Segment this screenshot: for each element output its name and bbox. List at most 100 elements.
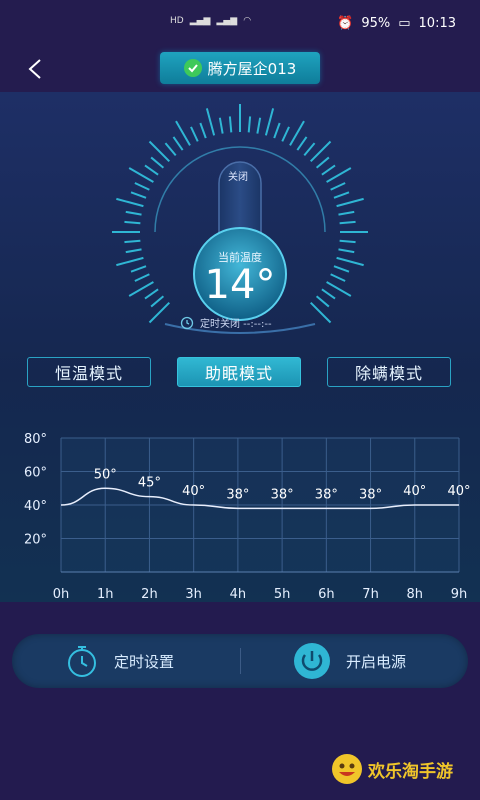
dial-tick: [130, 265, 147, 273]
dial-tick: [124, 239, 141, 244]
chart-y-tick-label: 60°: [24, 466, 47, 481]
check-icon: [183, 59, 202, 77]
main-panel: 关闭 当前温度 14° 定时关闭 --:--:-- 恒温模式 助眠模式 除螨模式…: [0, 92, 480, 602]
chart-x-tick-label: 1h: [97, 587, 114, 602]
dial-tick: [190, 126, 199, 142]
mode-sleep-button[interactable]: 助眠模式: [177, 357, 301, 387]
chart-data-label: 40°: [182, 484, 205, 499]
dial-tick: [336, 197, 364, 208]
device-name-badge[interactable]: 腾方屋企013: [160, 52, 320, 84]
dial-tick: [303, 142, 316, 157]
dial-tick: [321, 164, 336, 176]
mode-constant-temp-button[interactable]: 恒温模式: [27, 357, 151, 387]
dial-tick: [144, 164, 159, 176]
control-divider: [240, 648, 241, 674]
dial-tick: [175, 120, 191, 146]
device-name: 腾方屋企013: [207, 59, 297, 78]
dial-tick: [326, 281, 352, 297]
dial-tick: [315, 156, 330, 169]
dial-tick: [150, 156, 165, 169]
temperature-chart: 80° 60° 40° 20° 0h 1h 2h 3h 4h 5h 6h 7h 8h 9h 50° 45° 40…: [24, 432, 471, 602]
chart-x-tick-label: 6h: [318, 587, 335, 602]
mode-label: 恒温模式: [54, 364, 123, 383]
dial-tick: [128, 281, 154, 297]
chart-x-tick-label: 2h: [141, 587, 158, 602]
watermark: 欢乐淘手游: [330, 752, 453, 786]
power-on-button[interactable]: 开启电源: [292, 634, 406, 688]
chart-x-tick-label: 7h: [362, 587, 379, 602]
chart-x-tick-label: 0h: [53, 587, 70, 602]
dial-tick: [116, 256, 144, 267]
dial-tick: [247, 116, 252, 133]
dial-tick: [281, 126, 290, 142]
timer-text: 定时关闭 --:--:--: [200, 319, 272, 330]
dial-tick: [124, 220, 141, 225]
dial-tick: [339, 239, 356, 244]
chart-x-tick-label: 4h: [230, 587, 247, 602]
clock-icon: [180, 316, 194, 329]
dial-tick: [228, 116, 233, 133]
dial-tick: [256, 117, 262, 134]
status-left: HD ▂▄▆ ▂▄▆ ◠: [170, 16, 251, 26]
dial-tick: [330, 182, 346, 191]
chart-data-label: 38°: [315, 487, 338, 502]
dial-tick: [144, 288, 159, 300]
timer-settings-button[interactable]: 定时设置: [64, 634, 174, 688]
dial-tick: [321, 288, 336, 300]
chart-data-label: 40°: [403, 484, 426, 499]
dial-tick: [218, 117, 224, 134]
dial-tick: [333, 265, 350, 273]
chart-data-label: 38°: [359, 487, 382, 502]
battery-percent: 95%: [361, 16, 391, 31]
dial-tick: [150, 295, 165, 308]
chart-data-label: 50°: [94, 467, 117, 482]
mode-anti-mite-button[interactable]: 除螨模式: [327, 357, 451, 387]
timer-settings-label: 定时设置: [114, 652, 175, 671]
dial-tick: [338, 210, 355, 216]
power-status-label: 关闭: [228, 172, 248, 183]
chevron-left-icon: [28, 59, 41, 79]
dial-tick: [134, 182, 150, 191]
status-right: ⏰ 95% ▭ 10:13: [337, 16, 456, 31]
dial-tick: [339, 220, 356, 225]
chart-data-label: 38°: [226, 487, 249, 502]
mode-selector: 恒温模式 助眠模式 除螨模式: [0, 357, 480, 389]
signal-icon: ▂▄▆: [216, 16, 238, 26]
dial-tick: [336, 256, 364, 267]
chart-y-tick-label: 80°: [24, 432, 47, 447]
chart-data-label: 45°: [138, 476, 161, 491]
dial-tick: [125, 210, 142, 216]
clock: 10:13: [418, 16, 456, 31]
dial-tick: [333, 191, 350, 199]
alarm-icon: ⏰: [337, 16, 354, 31]
hd-indicator: HD: [170, 16, 184, 26]
dial-tick: [296, 136, 308, 151]
dial-tick: [330, 273, 346, 282]
chart-y-tick-label: 40°: [24, 499, 47, 514]
dial-tick: [205, 108, 216, 136]
watermark-text: 欢乐淘手游: [368, 761, 453, 782]
dial-tick: [172, 136, 184, 151]
chart-data-label: 40°: [447, 484, 470, 499]
dial-tick: [199, 122, 207, 139]
control-bar: 定时设置 开启电源: [12, 634, 468, 688]
chart-data-label: 38°: [271, 487, 294, 502]
dial-tick: [338, 248, 355, 254]
dial-tick: [130, 191, 147, 199]
dial-tick: [264, 108, 275, 136]
chart-x-tick-label: 5h: [274, 587, 291, 602]
dial-tick: [273, 122, 281, 139]
dial-tick: [134, 273, 150, 282]
chart-y-tick-label: 20°: [24, 533, 47, 548]
current-temperature: 14°: [204, 262, 276, 308]
dial-tick: [128, 167, 154, 183]
dial-tick: [116, 197, 144, 208]
watermark-logo-icon: [332, 754, 362, 784]
app-header: 腾方屋企013: [0, 46, 480, 92]
back-button[interactable]: [20, 54, 50, 84]
chart-x-tick-label: 9h: [451, 587, 468, 602]
chart-x-tick-label: 8h: [407, 587, 424, 602]
power-icon: [294, 643, 330, 679]
power-on-label: 开启电源: [346, 652, 407, 671]
dial-tick: [164, 142, 177, 157]
